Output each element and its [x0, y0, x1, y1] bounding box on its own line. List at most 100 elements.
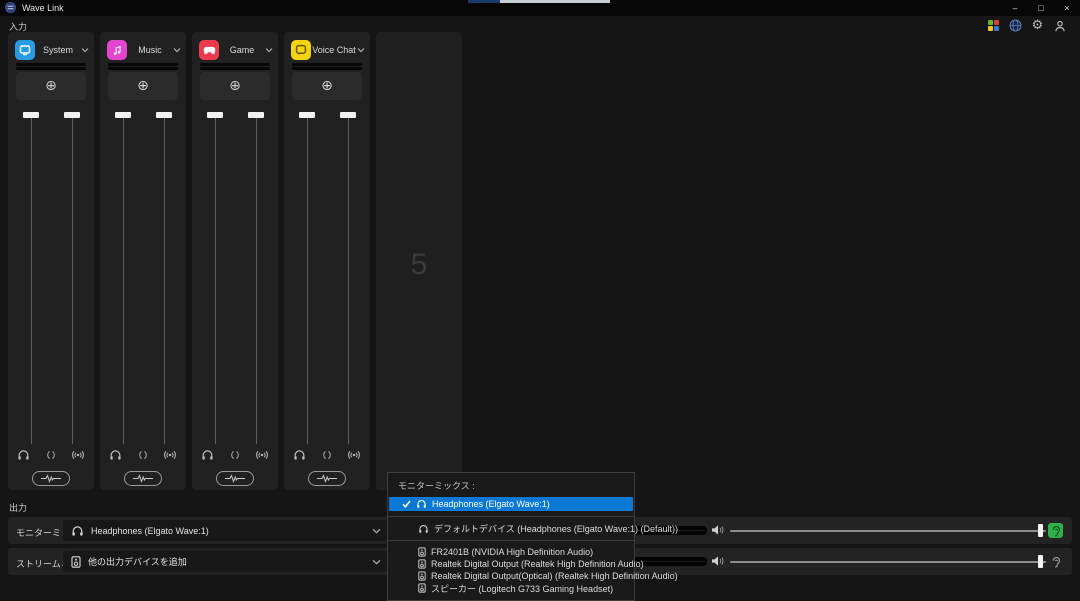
monitor-ear-button[interactable]: [1048, 523, 1063, 538]
slider-handle[interactable]: [1038, 524, 1043, 537]
dropdown-title: モニターミックス :: [388, 473, 634, 497]
stream-ear-button[interactable]: [1048, 554, 1063, 569]
channel-io-icons: [201, 448, 269, 462]
fader-handle[interactable]: [248, 112, 264, 118]
background-window-edge-light: [500, 0, 610, 3]
broadcast-icon[interactable]: [71, 450, 85, 460]
monitor-fader[interactable]: [299, 112, 315, 444]
dropdown-device-list: FR2401B (NVIDIA High Definition Audio) R…: [388, 546, 634, 594]
channel-level-meter: [16, 63, 86, 71]
link-icon[interactable]: [322, 450, 332, 460]
chevron-down-icon[interactable]: [357, 47, 365, 53]
dropdown-item-label: FR2401B (NVIDIA High Definition Audio): [431, 547, 593, 557]
channel-strip: Music ⊕: [100, 32, 186, 490]
add-effect-button[interactable]: ⊕: [200, 72, 270, 100]
chevron-down-icon: [372, 528, 381, 534]
stream-fader[interactable]: [248, 112, 264, 444]
marketplace-icon[interactable]: [987, 19, 1000, 32]
monitor-fader[interactable]: [23, 112, 39, 444]
channel-strip: Game ⊕: [192, 32, 278, 490]
monitor-mix-dropdown: モニターミックス : Headphones (Elgato Wave:1) デフ…: [387, 472, 635, 601]
channel-header: Voice Chat: [291, 40, 365, 60]
device-speaker-icon: [418, 547, 426, 557]
stream-volume-slider[interactable]: [730, 561, 1046, 563]
fader-track: [307, 115, 308, 444]
channel-slot-empty[interactable]: 5: [376, 32, 462, 490]
channel-name: Voice Chat: [311, 45, 357, 55]
game-channel-icon: [199, 40, 219, 60]
dropdown-device-item[interactable]: Realtek Digital Output(Optical) (Realtek…: [388, 570, 634, 582]
dropdown-item-label: Realtek Digital Output(Optical) (Realtek…: [431, 571, 678, 581]
headphones-icon: [201, 449, 214, 461]
dropdown-device-item[interactable]: FR2401B (NVIDIA High Definition Audio): [388, 546, 634, 558]
fader-handle[interactable]: [299, 112, 315, 118]
broadcast-icon[interactable]: [255, 450, 269, 460]
add-effect-button[interactable]: ⊕: [108, 72, 178, 100]
dropdown-item-label: Realtek Digital Output (Realtek High Def…: [431, 559, 644, 569]
stream-device-select[interactable]: 他の出力デバイスを追加: [63, 551, 389, 572]
stream-fader[interactable]: [156, 112, 172, 444]
settings-gear-icon[interactable]: ⚙: [1031, 19, 1044, 32]
device-speaker-icon: [418, 559, 426, 569]
broadcast-icon[interactable]: [347, 450, 361, 460]
minimize-button[interactable]: –: [1002, 0, 1028, 16]
channel-header: System: [15, 40, 89, 60]
fader-handle[interactable]: [340, 112, 356, 118]
channel-level-meter: [200, 63, 270, 71]
close-button[interactable]: ×: [1054, 0, 1080, 16]
system-channel-icon: [15, 40, 35, 60]
add-effect-button[interactable]: ⊕: [292, 72, 362, 100]
fader-track: [31, 115, 32, 444]
window-controls: – □ ×: [1002, 0, 1080, 16]
fader-track: [348, 115, 349, 444]
channel-io-icons: [17, 448, 85, 462]
background-window-edge-blue: [468, 0, 500, 3]
maximize-button[interactable]: □: [1028, 0, 1054, 16]
link-icon[interactable]: [230, 450, 240, 460]
stream-fader[interactable]: [64, 112, 80, 444]
channel-header: Game: [199, 40, 273, 60]
channel-io-icons: [109, 448, 177, 462]
broadcast-icon[interactable]: [163, 450, 177, 460]
channel-header: Music: [107, 40, 181, 60]
channel-strip: Voice Chat ⊕: [284, 32, 370, 490]
channel-io-icons: [293, 448, 361, 462]
dropdown-selected-item[interactable]: Headphones (Elgato Wave:1): [389, 497, 633, 511]
dropdown-item-label: Headphones (Elgato Wave:1): [432, 499, 550, 509]
dropdown-separator: [388, 516, 634, 517]
link-icon[interactable]: [138, 450, 148, 460]
monitor-volume-slider[interactable]: [730, 530, 1046, 532]
dropdown-device-item[interactable]: スピーカー (Logitech G733 Gaming Headset): [388, 582, 634, 594]
monitor-fader[interactable]: [115, 112, 131, 444]
headphones-icon: [109, 449, 122, 461]
stream-fader[interactable]: [340, 112, 356, 444]
app-toolbar: ⚙: [987, 19, 1066, 32]
headphones-icon: [17, 449, 30, 461]
fader-track: [72, 115, 73, 444]
mic-wave-button[interactable]: [32, 471, 70, 486]
dropdown-default-device-item[interactable]: デフォルトデバイス (Headphones (Elgato Wave:1) (D…: [388, 522, 634, 535]
monitor-fader[interactable]: [207, 112, 223, 444]
chevron-down-icon[interactable]: [81, 47, 89, 53]
dropdown-item-label: デフォルトデバイス (Headphones (Elgato Wave:1) (D…: [434, 522, 678, 535]
monitor-device-select[interactable]: Headphones (Elgato Wave:1): [63, 520, 389, 541]
empty-slot-number: 5: [376, 248, 462, 282]
fader-handle[interactable]: [23, 112, 39, 118]
chevron-down-icon[interactable]: [173, 47, 181, 53]
add-effect-button[interactable]: ⊕: [16, 72, 86, 100]
slider-handle[interactable]: [1038, 555, 1043, 568]
plus-icon: ⊕: [321, 79, 333, 93]
fader-handle[interactable]: [64, 112, 80, 118]
fader-handle[interactable]: [115, 112, 131, 118]
mic-wave-button[interactable]: [216, 471, 254, 486]
profile-icon[interactable]: [1053, 19, 1066, 32]
fader-handle[interactable]: [207, 112, 223, 118]
fader-handle[interactable]: [156, 112, 172, 118]
link-icon[interactable]: [46, 450, 56, 460]
plus-icon: ⊕: [45, 79, 57, 93]
community-globe-icon[interactable]: [1009, 19, 1022, 32]
mic-wave-button[interactable]: [308, 471, 346, 486]
mic-wave-button[interactable]: [124, 471, 162, 486]
chevron-down-icon[interactable]: [265, 47, 273, 53]
dropdown-device-item[interactable]: Realtek Digital Output (Realtek High Def…: [388, 558, 634, 570]
